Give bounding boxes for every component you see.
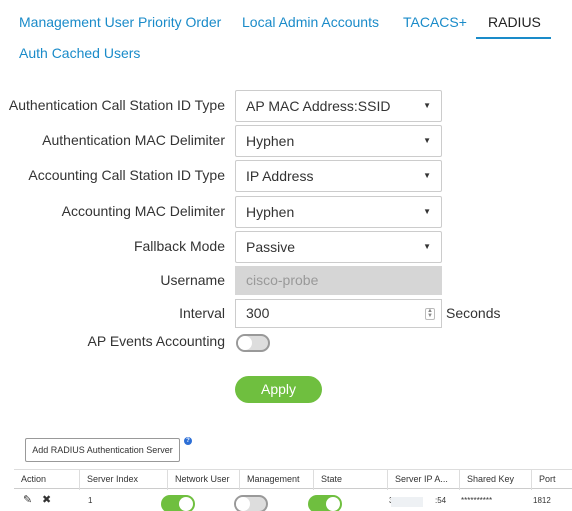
- column-header-server-index[interactable]: Server Index: [80, 470, 168, 490]
- state-toggle[interactable]: [308, 495, 342, 511]
- ap-events-accounting-label: AP Events Accounting: [87, 333, 226, 349]
- redacted-ip-mask: [391, 497, 423, 507]
- acct-call-station-id-type-label: Accounting Call Station ID Type: [28, 167, 225, 183]
- auth-call-station-id-type-select[interactable]: AP MAC Address:SSID ▼: [235, 90, 442, 122]
- chevron-down-icon: ▼: [423, 207, 431, 216]
- chevron-down-icon: ▼: [423, 101, 431, 110]
- fallback-mode-label: Fallback Mode: [133, 238, 225, 254]
- auth-mac-delimiter-value: Hyphen: [246, 133, 295, 149]
- acct-mac-delimiter-label: Accounting MAC Delimiter: [61, 203, 225, 219]
- tab-bar: Management User Priority Order Local Adm…: [0, 0, 572, 78]
- tab-radius[interactable]: RADIUS: [488, 14, 541, 30]
- network-user-toggle[interactable]: [161, 495, 195, 511]
- edit-icon[interactable]: ✎: [16, 490, 32, 511]
- interval-input[interactable]: 300 ▲ ▼: [235, 299, 442, 328]
- tab-auth-cached-users[interactable]: Auth Cached Users: [19, 45, 140, 61]
- column-header-state[interactable]: State: [314, 470, 388, 490]
- chevron-down-icon: ▼: [423, 242, 431, 251]
- ap-events-accounting-toggle[interactable]: [236, 334, 270, 352]
- help-icon[interactable]: ?: [184, 437, 192, 445]
- auth-mac-delimiter-label: Authentication MAC Delimiter: [42, 132, 225, 148]
- acct-mac-delimiter-value: Hyphen: [246, 204, 295, 220]
- spinner-icon[interactable]: ▲ ▼: [425, 308, 435, 320]
- interval-label: Interval: [179, 305, 225, 321]
- toggle-knob: [179, 497, 193, 511]
- table-row: ✎ ✖ 1 3. :54 ********** 1812: [14, 490, 572, 511]
- username-label: Username: [160, 272, 225, 288]
- column-header-port[interactable]: Port: [532, 470, 572, 490]
- auth-call-station-id-type-value: AP MAC Address:SSID: [246, 98, 391, 114]
- interval-unit: Seconds: [446, 305, 501, 321]
- acct-call-station-id-type-select[interactable]: IP Address ▼: [235, 160, 442, 192]
- tab-management-user-priority-order[interactable]: Management User Priority Order: [19, 14, 221, 30]
- toggle-knob: [326, 497, 340, 511]
- auth-call-station-id-type-label: Authentication Call Station ID Type: [8, 97, 225, 113]
- port-cell: 1812: [533, 496, 551, 505]
- toggle-knob: [236, 497, 250, 511]
- management-toggle[interactable]: [234, 495, 268, 511]
- username-field: cisco-probe: [235, 266, 442, 295]
- servers-table-header: Action Server Index Network User Managem…: [14, 469, 572, 490]
- chevron-down-icon: ▼: [423, 171, 431, 180]
- fallback-mode-value: Passive: [246, 239, 296, 255]
- ap-events-accounting-row: AP Events Accounting: [0, 331, 572, 365]
- acct-call-station-id-type-value: IP Address: [246, 168, 314, 184]
- auth-mac-delimiter-select[interactable]: Hyphen ▼: [235, 125, 442, 157]
- server-index-cell: 1: [88, 496, 93, 505]
- delete-icon[interactable]: ✖: [35, 490, 51, 511]
- column-header-management[interactable]: Management: [240, 470, 314, 490]
- add-radius-authentication-server-button[interactable]: Add RADIUS Authentication Server: [25, 438, 180, 462]
- apply-button[interactable]: Apply: [235, 376, 322, 403]
- active-tab-indicator: [476, 37, 551, 39]
- tab-local-admin-accounts[interactable]: Local Admin Accounts: [242, 14, 379, 30]
- server-ip-suffix: :54: [435, 496, 447, 505]
- column-header-server-ip[interactable]: Server IP A...: [388, 470, 460, 490]
- toggle-knob: [238, 336, 252, 350]
- acct-mac-delimiter-select[interactable]: Hyphen ▼: [235, 196, 442, 228]
- column-header-shared-key[interactable]: Shared Key: [460, 470, 532, 490]
- tab-tacacs[interactable]: TACACS+: [403, 14, 467, 30]
- interval-value: 300: [246, 305, 270, 321]
- shared-key-cell: **********: [461, 496, 493, 505]
- fallback-mode-select[interactable]: Passive ▼: [235, 231, 442, 263]
- column-header-action[interactable]: Action: [14, 470, 80, 490]
- column-header-network-user[interactable]: Network User: [168, 470, 240, 490]
- chevron-down-icon: ▼: [423, 136, 431, 145]
